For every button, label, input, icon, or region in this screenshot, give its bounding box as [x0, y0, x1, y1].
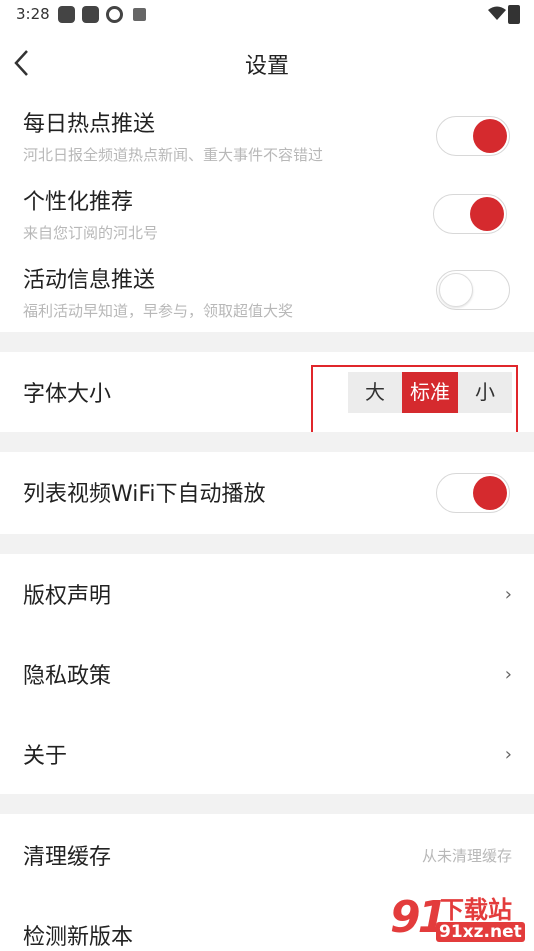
battery-icon: [508, 5, 520, 24]
setting-subtitle-personalized: 来自您订阅的河北号: [23, 224, 159, 242]
sync-icon: [106, 6, 123, 23]
activity-push-toggle[interactable]: [436, 270, 510, 310]
check-update-label: 检测新版本: [23, 925, 134, 950]
privacy-label: 隐私政策: [23, 664, 112, 689]
section-divider: [0, 432, 534, 452]
notification-icon: [58, 6, 75, 23]
watermark-url: 91xz.net: [436, 922, 525, 942]
copyright-row[interactable]: 版权声明 ›: [0, 554, 534, 634]
watermark-brand: 下载站: [440, 896, 512, 924]
highlight-annotation-box: [311, 365, 518, 435]
setting-title-personalized: 个性化推荐: [23, 190, 134, 215]
chevron-right-icon: ›: [504, 584, 512, 605]
autoplay-label: 列表视频WiFi下自动播放: [23, 482, 266, 507]
toggle-knob: [473, 119, 507, 153]
section-divider: [0, 794, 534, 814]
section-divider: [0, 332, 534, 352]
setting-title-activity-push: 活动信息推送: [23, 268, 156, 293]
nav-bar: 设置: [0, 30, 534, 94]
cache-status: 从未清理缓存: [421, 847, 512, 865]
about-label: 关于: [23, 744, 68, 769]
privacy-row[interactable]: 隐私政策 ›: [0, 634, 534, 714]
about-row[interactable]: 关于 ›: [0, 714, 534, 794]
chevron-right-icon: ›: [504, 664, 512, 685]
status-time: 3:28: [16, 5, 50, 23]
setting-title-hot-push: 每日热点推送: [23, 112, 156, 137]
autoplay-row: 列表视频WiFi下自动播放: [0, 452, 534, 534]
toggle-knob: [470, 197, 504, 231]
site-watermark: 91 下载站 91xz.net: [390, 890, 534, 950]
personalized-toggle[interactable]: [433, 194, 507, 234]
toggle-knob: [439, 273, 473, 307]
page-title: 设置: [244, 54, 289, 79]
status-bar: 3:28: [0, 0, 534, 30]
notification-icon: [82, 6, 99, 23]
font-size-label: 字体大小: [23, 382, 112, 407]
clear-cache-label: 清理缓存: [23, 845, 112, 870]
hot-push-toggle[interactable]: [436, 116, 510, 156]
chevron-right-icon: ›: [504, 744, 512, 765]
toggle-knob: [473, 476, 507, 510]
autoplay-toggle[interactable]: [436, 473, 510, 513]
wifi-icon: [488, 6, 506, 20]
setting-subtitle-activity-push: 福利活动早知道，早参与，领取超值大奖: [23, 302, 294, 320]
copyright-label: 版权声明: [23, 584, 112, 609]
app-notification-icon: [133, 8, 146, 21]
push-settings-group: 每日热点推送 河北日报全频道热点新闻、重大事件不容错过 个性化推荐 来自您订阅的…: [0, 96, 534, 332]
setting-subtitle-hot-push: 河北日报全频道热点新闻、重大事件不容错过: [23, 146, 324, 164]
section-divider: [0, 534, 534, 554]
